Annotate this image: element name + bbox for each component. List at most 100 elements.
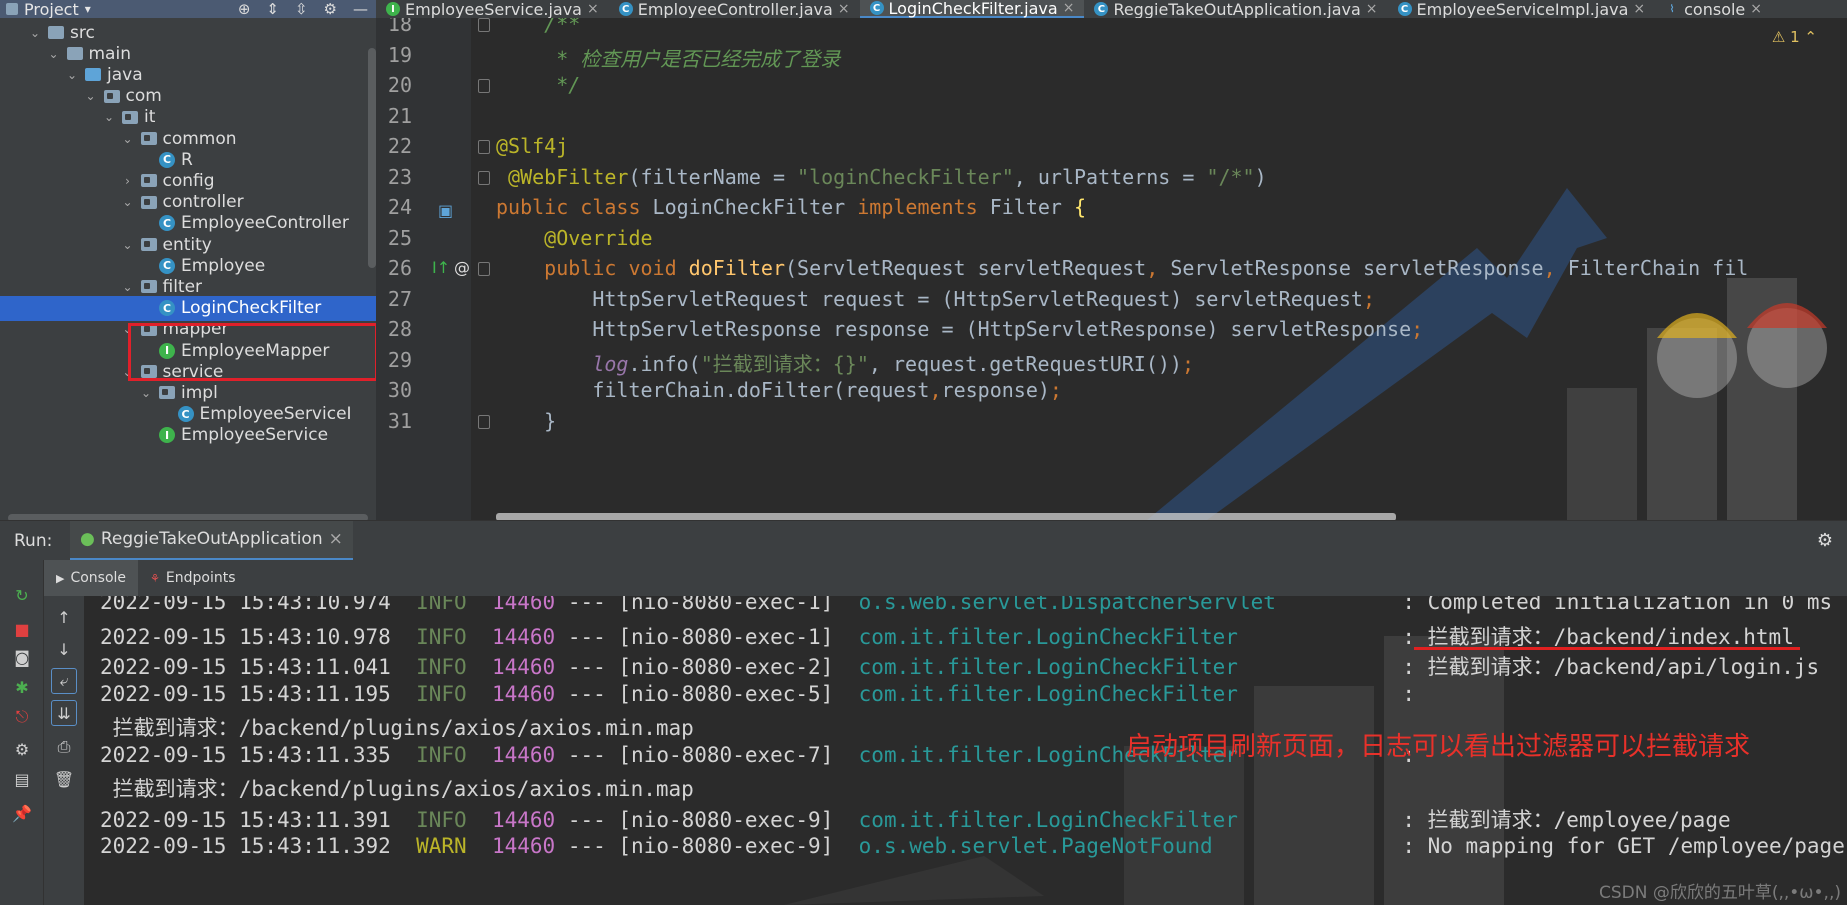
log-logger: o.s.web.servlet.PageNotFound <box>858 834 1213 858</box>
layout-icon[interactable]: ▤ <box>9 766 35 792</box>
override-annotation-icon[interactable]: @ <box>454 258 470 277</box>
exit-icon[interactable]: ⎋ <box>9 704 35 730</box>
chevron-down-icon[interactable]: ⌄ <box>47 47 61 61</box>
code-token: (ServletRequest servletRequest <box>784 256 1147 280</box>
fold-marker-icon[interactable] <box>478 140 490 154</box>
chevron-down-icon[interactable]: ⌄ <box>28 26 42 40</box>
tab-console[interactable]: ▶ Console <box>44 560 139 596</box>
log-pid: 14460 <box>491 834 556 858</box>
code-line[interactable]: public void doFilter(ServletRequest serv… <box>496 256 1748 280</box>
locate-icon[interactable]: ⊕ <box>238 0 251 18</box>
fold-marker-icon[interactable] <box>478 79 490 93</box>
code-line[interactable]: } <box>496 409 556 433</box>
chevron-down-icon[interactable]: ⌄ <box>121 238 135 252</box>
editor-tab[interactable]: C ReggieTakeOutApplication.java × <box>1084 0 1387 19</box>
soft-wrap-icon[interactable]: ⤶ <box>51 668 77 694</box>
code-line[interactable]: */ <box>496 73 580 97</box>
fold-marker-icon[interactable] <box>478 262 490 276</box>
camera-icon[interactable]: ◙ <box>9 644 35 670</box>
pin-icon[interactable]: 📌 <box>9 800 35 826</box>
tree-item[interactable]: I EmployeeService <box>0 423 376 448</box>
code-line[interactable]: HttpServletResponse response = (HttpServ… <box>496 317 1423 341</box>
package-icon <box>140 174 157 188</box>
line-number: 21 <box>387 103 412 128</box>
editor-horizontal-scrollbar[interactable] <box>496 513 1396 520</box>
code-line[interactable]: HttpServletRequest request = (HttpServle… <box>496 287 1375 311</box>
editor-tab-label: console <box>1684 0 1746 19</box>
rerun-icon[interactable]: ↻ <box>9 582 35 608</box>
scroll-down-icon[interactable]: ↓ <box>51 636 77 662</box>
close-icon[interactable]: × <box>1366 1 1378 17</box>
project-view-icon[interactable] <box>6 3 18 15</box>
close-icon[interactable]: × <box>329 529 343 549</box>
fold-marker-icon[interactable] <box>478 170 490 185</box>
warning-indicator[interactable]: ⚠ 1 ⌃ <box>1772 28 1817 46</box>
collapse-all-icon[interactable]: ⇳ <box>295 0 308 18</box>
tab-endpoints[interactable]: ⚘ Endpoints <box>138 560 247 596</box>
code-line[interactable]: log.info("拦截到请求：{}", request.getRequestU… <box>496 348 1194 377</box>
editor-tab[interactable]: I EmployeeService.java × <box>376 0 609 19</box>
stop-icon[interactable]: ■ <box>9 616 35 642</box>
code-token: */ <box>496 73 581 97</box>
chevron-down-icon[interactable]: ⌄ <box>121 365 135 379</box>
trash-icon[interactable]: 🗑 <box>51 766 77 792</box>
chevron-down-icon[interactable]: ⌄ <box>102 110 116 124</box>
minimize-icon[interactable]: — <box>353 0 368 18</box>
console-line: 2022-09-15 15:43:11.041 INFO 14460 --- [… <box>100 651 1819 681</box>
chevron-down-icon[interactable]: ⌄ <box>139 386 153 400</box>
tree-item-label: src <box>70 22 95 43</box>
chevron-down-icon[interactable]: ⌄ <box>121 322 135 336</box>
run-config-tab[interactable]: ● ReggieTakeOutApplication × <box>70 520 353 561</box>
chevron-right-icon[interactable]: › <box>121 174 135 188</box>
close-icon[interactable]: × <box>587 1 599 17</box>
close-icon[interactable]: × <box>1633 1 1645 17</box>
tree-item-label: entity <box>162 234 212 255</box>
fold-marker-icon[interactable] <box>478 414 490 429</box>
chevron-down-icon[interactable]: ⌄ <box>65 68 79 82</box>
log-level: INFO <box>416 624 467 649</box>
gear-icon[interactable]: ⚙ <box>324 0 337 18</box>
log-level: INFO <box>416 681 467 706</box>
chevron-down-icon[interactable]: ⌄ <box>121 195 135 209</box>
code-line[interactable]: @WebFilter(filterName = "loginCheckFilte… <box>496 165 1267 189</box>
editor-tab[interactable]: ⌇ console × <box>1655 0 1772 19</box>
code-line[interactable]: * 检查用户是否已经完成了登录 <box>496 43 840 72</box>
spring-bean-icon[interactable]: ▣ <box>438 201 453 220</box>
gear-icon[interactable]: ⚙ <box>1817 530 1847 551</box>
code-editor[interactable]: 18 19 20 21 22 23 24 25 26 27 28 29 30 31 /** * 检查用户是… <box>376 18 1847 520</box>
code-line[interactable]: /** <box>496 18 580 36</box>
package-icon <box>140 132 157 145</box>
close-icon[interactable]: × <box>838 1 850 17</box>
close-icon[interactable]: × <box>1750 1 1762 17</box>
code-line[interactable]: @Override <box>496 226 652 250</box>
scroll-up-icon[interactable]: ↑ <box>51 604 77 630</box>
chevron-down-icon[interactable]: ⌄ <box>84 89 98 103</box>
sql-console-icon: ⌇ <box>1669 3 1675 15</box>
scroll-to-end-icon[interactable]: ⇊ <box>51 700 77 726</box>
implement-method-icon[interactable]: Ⅰ↑ <box>432 258 450 277</box>
line-number: 30 <box>387 378 412 402</box>
class-icon: C <box>159 151 175 168</box>
code-line[interactable]: @Slf4j <box>496 134 568 158</box>
log-thread: --- [nio-8080-exec-9] <box>567 807 834 832</box>
chevron-down-icon[interactable]: ⌄ <box>121 132 135 146</box>
run-label: Run: <box>14 530 53 551</box>
editor-tab[interactable]: C LoginCheckFilter.java × <box>859 0 1085 18</box>
code-line[interactable]: filterChain.doFilter(request,response); <box>496 378 1062 402</box>
editor-tab[interactable]: C EmployeeServiceImpl.java × <box>1388 0 1656 19</box>
fold-marker-icon[interactable] <box>478 18 490 32</box>
code-token: doFilter <box>688 256 785 280</box>
code-line[interactable]: public class LoginCheckFilter implements… <box>496 195 1086 219</box>
editor-tab[interactable]: C EmployeeController.java × <box>609 0 860 19</box>
debug-icon[interactable]: ✱ <box>9 674 35 700</box>
project-panel-title[interactable]: Project <box>24 0 79 19</box>
expand-all-icon[interactable]: ⇕ <box>266 0 279 18</box>
chevron-down-icon[interactable]: ⌄ <box>121 280 135 294</box>
chevron-down-icon[interactable]: ▾ <box>85 2 91 16</box>
print-icon[interactable]: ⎙ <box>51 734 77 760</box>
close-icon[interactable]: × <box>1063 0 1075 16</box>
settings-icon[interactable]: ⚙ <box>9 736 35 762</box>
code-token: public void <box>496 256 689 280</box>
log-thread: --- [nio-8080-exec-2] <box>567 655 834 679</box>
